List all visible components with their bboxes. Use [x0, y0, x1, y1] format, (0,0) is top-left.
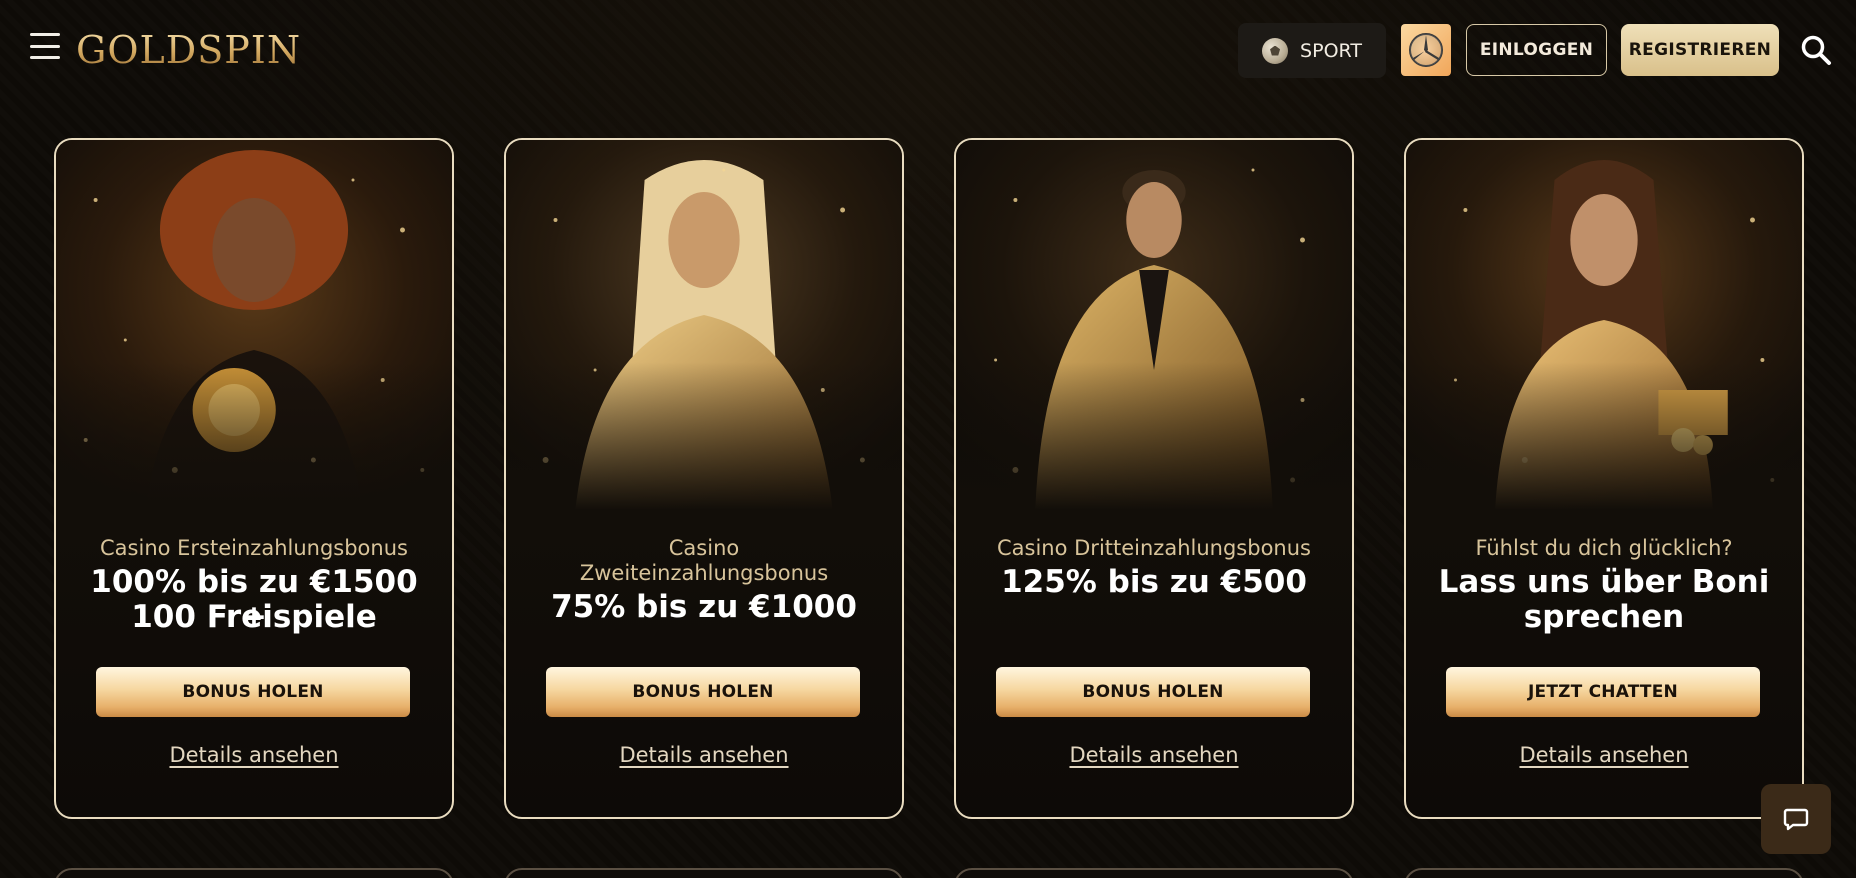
register-button[interactable]: REGISTRIEREN	[1621, 24, 1779, 76]
bonus-headline: 125% bis zu €500	[1001, 564, 1307, 600]
promo-illustration-woman-curly-hair	[56, 140, 452, 510]
bonus-subtitle: Casino Dritteinzahlungsbonus	[997, 536, 1311, 560]
chat-bubble-icon	[1783, 808, 1809, 831]
bonus-card-third-deposit: Casino Dritteinzahlungsbonus 125% bis zu…	[954, 138, 1354, 819]
bonus-card-next-row	[504, 868, 904, 878]
details-link[interactable]: Details ansehen	[76, 743, 432, 767]
details-link[interactable]: Details ansehen	[526, 743, 882, 767]
bonus-headline: 75% bis zu €1000	[551, 589, 857, 625]
bonus-card-chat: Fühlst du dich glücklich? Lass uns über …	[1404, 138, 1804, 819]
soccer-ball-icon	[1262, 37, 1289, 64]
sport-label: SPORT	[1300, 39, 1362, 62]
promo-illustration-man-gold-suit	[956, 140, 1352, 510]
search-icon[interactable]	[1800, 34, 1832, 66]
chat-card-subtitle: Fühlst du dich glücklich?	[1475, 536, 1733, 560]
start-chat-button[interactable]: JETZT CHATTEN	[1446, 667, 1760, 717]
bonus-headline-line2: 100 Freispiele	[131, 599, 377, 635]
bonus-subtitle-line2: Zweiteinzahlungsbonus	[579, 561, 829, 585]
bonus-card-next-row	[954, 868, 1354, 878]
chat-card-headline-line2: sprechen	[1523, 599, 1685, 635]
details-link[interactable]: Details ansehen	[976, 743, 1332, 767]
details-link[interactable]: Details ansehen	[1426, 743, 1782, 767]
bonus-card-second-deposit: Casino Zweiteinzahlungsbonus 75% bis zu …	[504, 138, 904, 819]
bonus-card-next-row	[1404, 868, 1804, 878]
partner-logo-badge[interactable]	[1401, 24, 1451, 76]
bonus-subtitle: Casino Ersteinzahlungsbonus	[100, 536, 408, 560]
promo-illustration-woman-treasure	[1406, 140, 1802, 510]
bonus-card-first-deposit: Casino Ersteinzahlungsbonus 100% bis zu …	[54, 138, 454, 819]
brand-logo[interactable]: GOLDSPIN	[76, 28, 301, 72]
sport-button[interactable]: SPORT	[1238, 23, 1386, 78]
hamburger-menu-icon[interactable]	[30, 33, 60, 59]
claim-bonus-button[interactable]: BONUS HOLEN	[96, 667, 410, 717]
site-header: GOLDSPIN SPORT EINLOGGEN REGISTRIEREN	[0, 0, 1856, 100]
chat-card-headline-line1: Lass uns über Boni	[1438, 564, 1770, 600]
login-button[interactable]: EINLOGGEN	[1466, 24, 1607, 76]
promo-illustration-woman-blonde	[506, 140, 902, 510]
claim-bonus-button[interactable]: BONUS HOLEN	[546, 667, 860, 717]
claim-bonus-button[interactable]: BONUS HOLEN	[996, 667, 1310, 717]
mercedes-star-icon	[1409, 33, 1443, 67]
bonus-card-next-row	[54, 868, 454, 878]
live-chat-button[interactable]	[1761, 784, 1831, 854]
bonus-subtitle-line1: Casino	[668, 536, 740, 560]
